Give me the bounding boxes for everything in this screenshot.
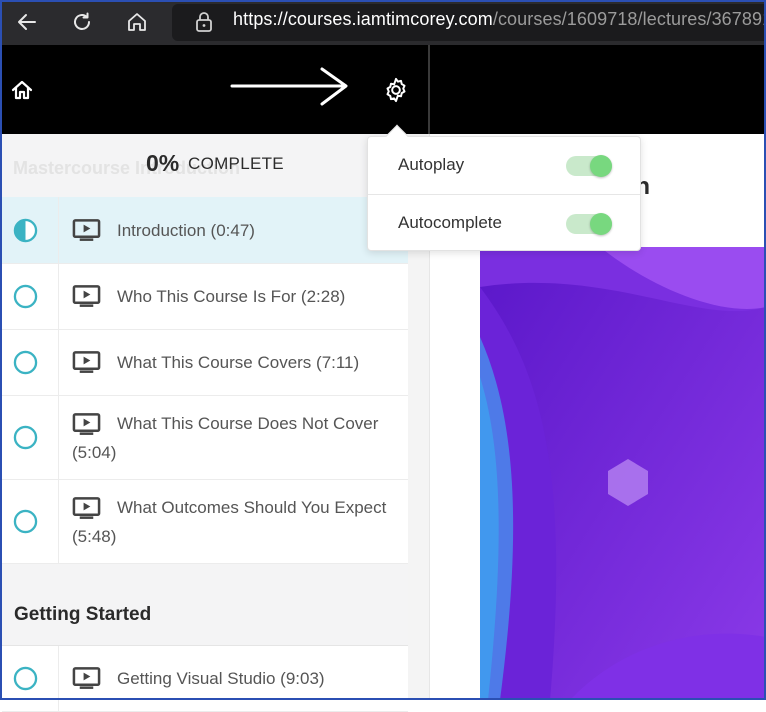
column-divider bbox=[58, 264, 59, 329]
autoplay-label: Autoplay bbox=[398, 155, 465, 174]
lecture-item[interactable]: Introduction (0:47) bbox=[2, 197, 408, 264]
incomplete-circle-icon bbox=[13, 350, 38, 375]
progress-percent: 0% bbox=[146, 150, 180, 176]
half-complete-icon bbox=[13, 218, 38, 243]
url-path: /courses/1609718/lectures/3678917 bbox=[492, 9, 766, 29]
url-host: https://courses.iamtimcorey.com bbox=[233, 9, 493, 29]
progress-label: COMPLETE bbox=[188, 154, 284, 173]
incomplete-circle-icon bbox=[13, 666, 38, 691]
autocomplete-row[interactable]: Autocomplete bbox=[368, 195, 640, 252]
column-divider bbox=[58, 197, 59, 263]
lecture-item[interactable]: What Outcomes Should You Expect (5:48) bbox=[2, 480, 408, 564]
column-divider bbox=[58, 480, 59, 563]
lecture-title: Who This Course Is For (2:28) bbox=[117, 287, 346, 306]
lecture-title: What This Course Does Not Cover (5:04) bbox=[72, 414, 379, 462]
video-player[interactable] bbox=[480, 247, 766, 700]
toggle-knob bbox=[590, 213, 612, 235]
url-text[interactable]: https://courses.iamtimcorey.com/courses/… bbox=[233, 9, 766, 30]
lecture-title: What Outcomes Should You Expect (5:48) bbox=[72, 498, 387, 546]
autocomplete-label: Autocomplete bbox=[398, 213, 502, 232]
home-icon[interactable] bbox=[10, 78, 34, 102]
incomplete-circle-icon bbox=[13, 509, 38, 534]
lock-icon bbox=[196, 12, 212, 32]
browser-home-button[interactable] bbox=[122, 8, 152, 36]
header-divider bbox=[428, 45, 430, 134]
autoplay-row[interactable]: Autoplay bbox=[368, 137, 640, 194]
incomplete-circle-icon bbox=[13, 425, 38, 450]
incomplete-circle-icon bbox=[13, 284, 38, 309]
home-outline-icon bbox=[128, 13, 146, 31]
lecture-title: Introduction (0:47) bbox=[117, 221, 255, 240]
back-arrow-icon bbox=[18, 14, 36, 30]
lecture-item[interactable]: Getting Visual Studio (9:03) bbox=[2, 646, 408, 712]
lecture-item[interactable]: Who This Course Is For (2:28) bbox=[2, 264, 408, 330]
column-divider bbox=[58, 396, 59, 479]
curriculum-sidebar: Mastercourse Introduction 0% COMPLETE In… bbox=[2, 134, 408, 712]
lecture-item[interactable]: What This Course Does Not Cover (5:04) bbox=[2, 396, 408, 480]
lecture-item[interactable]: What This Course Covers (7:11) bbox=[2, 330, 408, 396]
lecture-title: Getting Visual Studio (9:03) bbox=[117, 669, 325, 688]
browser-toolbar: https://courses.iamtimcorey.com/courses/… bbox=[0, 0, 766, 45]
autoplay-toggle[interactable] bbox=[566, 155, 612, 177]
reload-icon bbox=[74, 12, 90, 30]
column-divider bbox=[58, 646, 59, 711]
course-header bbox=[2, 45, 766, 134]
arrow-annotation-icon bbox=[230, 67, 348, 106]
column-divider bbox=[58, 330, 59, 395]
autocomplete-toggle[interactable] bbox=[566, 213, 612, 235]
progress-header: Mastercourse Introduction 0% COMPLETE bbox=[2, 134, 408, 197]
toggle-knob bbox=[590, 155, 612, 177]
reload-button[interactable] bbox=[67, 8, 97, 36]
gear-icon[interactable] bbox=[382, 76, 410, 104]
back-button[interactable] bbox=[12, 8, 42, 36]
video-thumbnail bbox=[480, 247, 766, 700]
settings-popup: Autoplay Autocomplete bbox=[367, 136, 641, 251]
lecture-title: What This Course Covers (7:11) bbox=[117, 353, 360, 372]
section-title: Getting Started bbox=[14, 604, 152, 625]
